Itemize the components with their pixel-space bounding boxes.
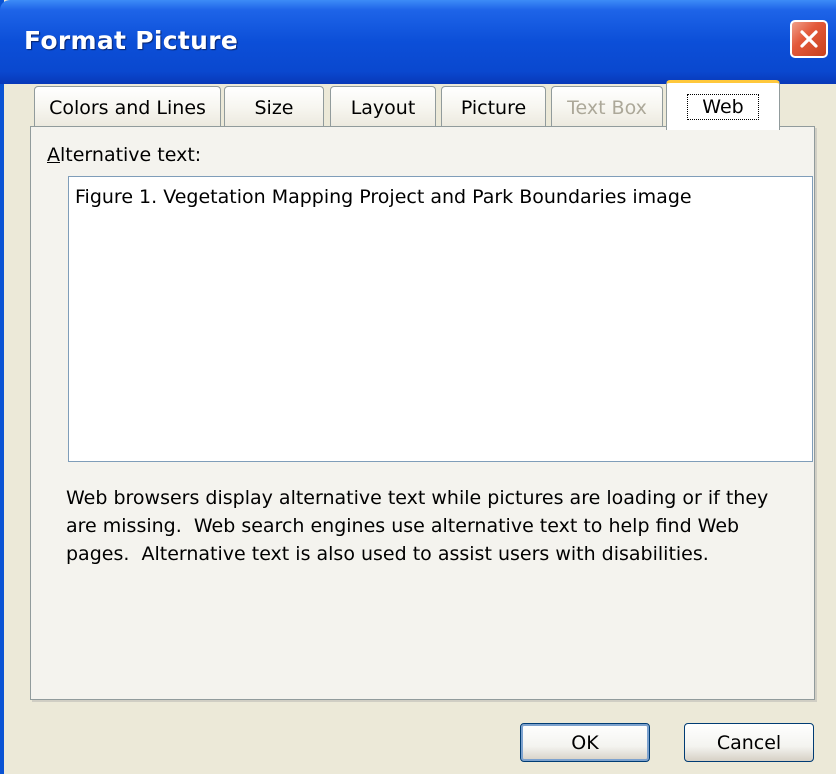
alternative-text-label-text: lternative text: bbox=[60, 144, 202, 166]
tab-web[interactable]: Web bbox=[666, 80, 780, 130]
tab-label: Picture bbox=[460, 96, 527, 119]
tab-label: Text Box bbox=[567, 96, 647, 119]
format-picture-dialog: Format Picture Colors and Lines Size Lay… bbox=[0, 0, 836, 774]
tab-label: Size bbox=[254, 96, 294, 119]
close-icon bbox=[800, 30, 818, 48]
tab-picture[interactable]: Picture bbox=[441, 86, 546, 128]
ok-button[interactable]: OK bbox=[520, 723, 650, 762]
alternative-text-mnemonic: A bbox=[47, 144, 60, 166]
close-button[interactable] bbox=[790, 20, 828, 58]
tab-label: Layout bbox=[350, 96, 416, 119]
tab-colors-and-lines[interactable]: Colors and Lines bbox=[34, 86, 221, 128]
title-bar[interactable]: Format Picture bbox=[0, 0, 836, 84]
cancel-button-label: Cancel bbox=[716, 731, 782, 754]
tab-label: Web bbox=[687, 93, 759, 120]
cancel-button[interactable]: Cancel bbox=[684, 723, 814, 762]
tab-size[interactable]: Size bbox=[224, 86, 324, 128]
web-tab-panel: Alternative text: Figure 1. Vegetation M… bbox=[30, 126, 815, 700]
tab-layout[interactable]: Layout bbox=[330, 86, 436, 128]
alternative-text-help: Web browsers display alternative text wh… bbox=[66, 487, 775, 565]
tab-text-box: Text Box bbox=[551, 86, 663, 128]
alternative-text-label: Alternative text: bbox=[47, 144, 201, 166]
alternative-text-input[interactable]: Figure 1. Vegetation Mapping Project and… bbox=[68, 176, 813, 462]
tab-label: Colors and Lines bbox=[49, 96, 206, 119]
window-title: Format Picture bbox=[24, 26, 239, 55]
ok-button-label: OK bbox=[571, 731, 599, 754]
